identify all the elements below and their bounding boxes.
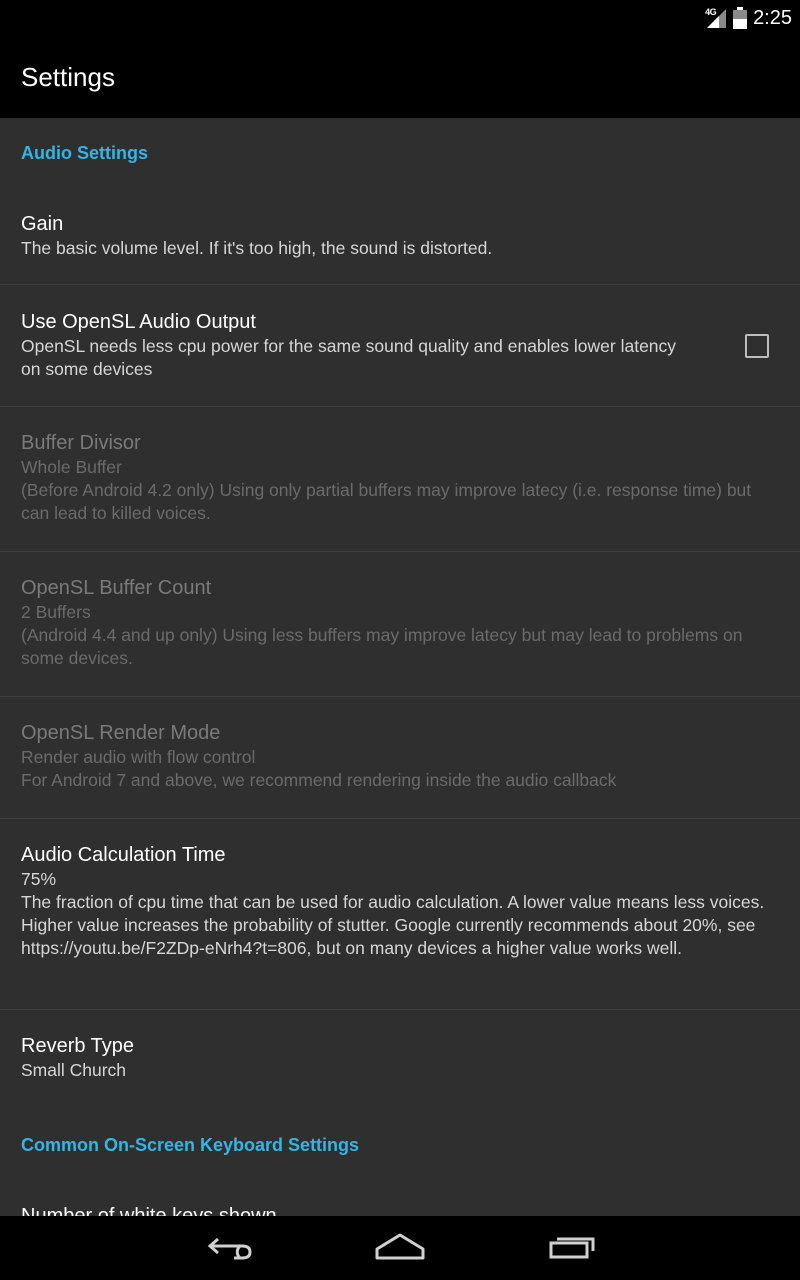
signal-icon: 4G [705, 6, 727, 30]
pref-title: OpenSL Render Mode [21, 722, 221, 744]
pref-summary: OpenSL needs less cpu power for the same… [21, 336, 677, 379]
pref-value: 75% [21, 869, 57, 889]
status-bar: 4G 2:25 [0, 0, 800, 36]
pref-summary: For Android 7 and above, we recommend re… [21, 770, 617, 790]
home-button[interactable] [340, 1216, 460, 1280]
pref-summary: The fraction of cpu time that can be use… [21, 892, 765, 958]
navigation-bar [0, 1216, 800, 1280]
opensl-checkbox[interactable] [745, 333, 769, 358]
pref-number-of-white-keys[interactable]: Number of white keys shown [0, 1180, 800, 1216]
battery-icon [733, 7, 748, 29]
pref-value: 2 Buffers [21, 602, 91, 622]
pref-title: Use OpenSL Audio Output [21, 311, 256, 333]
back-icon [206, 1231, 254, 1266]
back-button[interactable] [170, 1216, 290, 1280]
pref-opensl-render-mode: OpenSL Render Mode Render audio with flo… [0, 697, 800, 819]
pref-summary: (Android 4.4 and up only) Using less buf… [21, 625, 743, 668]
pref-summary: (Before Android 4.2 only) Using only par… [21, 480, 752, 523]
pref-buffer-divisor: Buffer Divisor Whole Buffer (Before Andr… [0, 407, 800, 552]
pref-title: Reverb Type [21, 1035, 135, 1057]
status-time: 2:25 [753, 6, 792, 29]
pref-title: Gain [21, 213, 64, 235]
home-icon [374, 1231, 426, 1266]
pref-title: Audio Calculation Time [21, 844, 226, 866]
pref-reverb-type[interactable]: Reverb Type Small Church [0, 1010, 800, 1110]
status-icons: 4G 2:25 [705, 0, 792, 36]
pref-value: Render audio with flow control [21, 747, 256, 767]
recents-button[interactable] [512, 1216, 632, 1280]
recents-icon [548, 1231, 596, 1266]
section-header-keyboard-settings: Common On-Screen Keyboard Settings [21, 1134, 360, 1155]
pref-summary: The basic volume level. If it's too high… [21, 238, 493, 258]
pref-title: Buffer Divisor [21, 432, 141, 454]
pref-title: Number of white keys shown [21, 1205, 277, 1216]
pref-gain[interactable]: Gain The basic volume level. If it's too… [0, 188, 800, 285]
pref-audio-calculation-time[interactable]: Audio Calculation Time 75% The fraction … [0, 819, 800, 1010]
pref-use-opensl-audio-output[interactable]: Use OpenSL Audio Output OpenSL needs les… [0, 285, 800, 407]
pref-opensl-buffer-count: OpenSL Buffer Count 2 Buffers (Android 4… [0, 552, 800, 697]
pref-value: Whole Buffer [21, 457, 122, 477]
section-header-audio-settings: Audio Settings [21, 142, 148, 163]
pref-value: Small Church [21, 1060, 127, 1080]
pref-title: OpenSL Buffer Count [21, 577, 212, 599]
settings-list[interactable]: Audio Settings Gain The basic volume lev… [0, 118, 800, 1216]
action-bar: Settings [0, 36, 800, 118]
page-title: Settings [21, 61, 115, 92]
